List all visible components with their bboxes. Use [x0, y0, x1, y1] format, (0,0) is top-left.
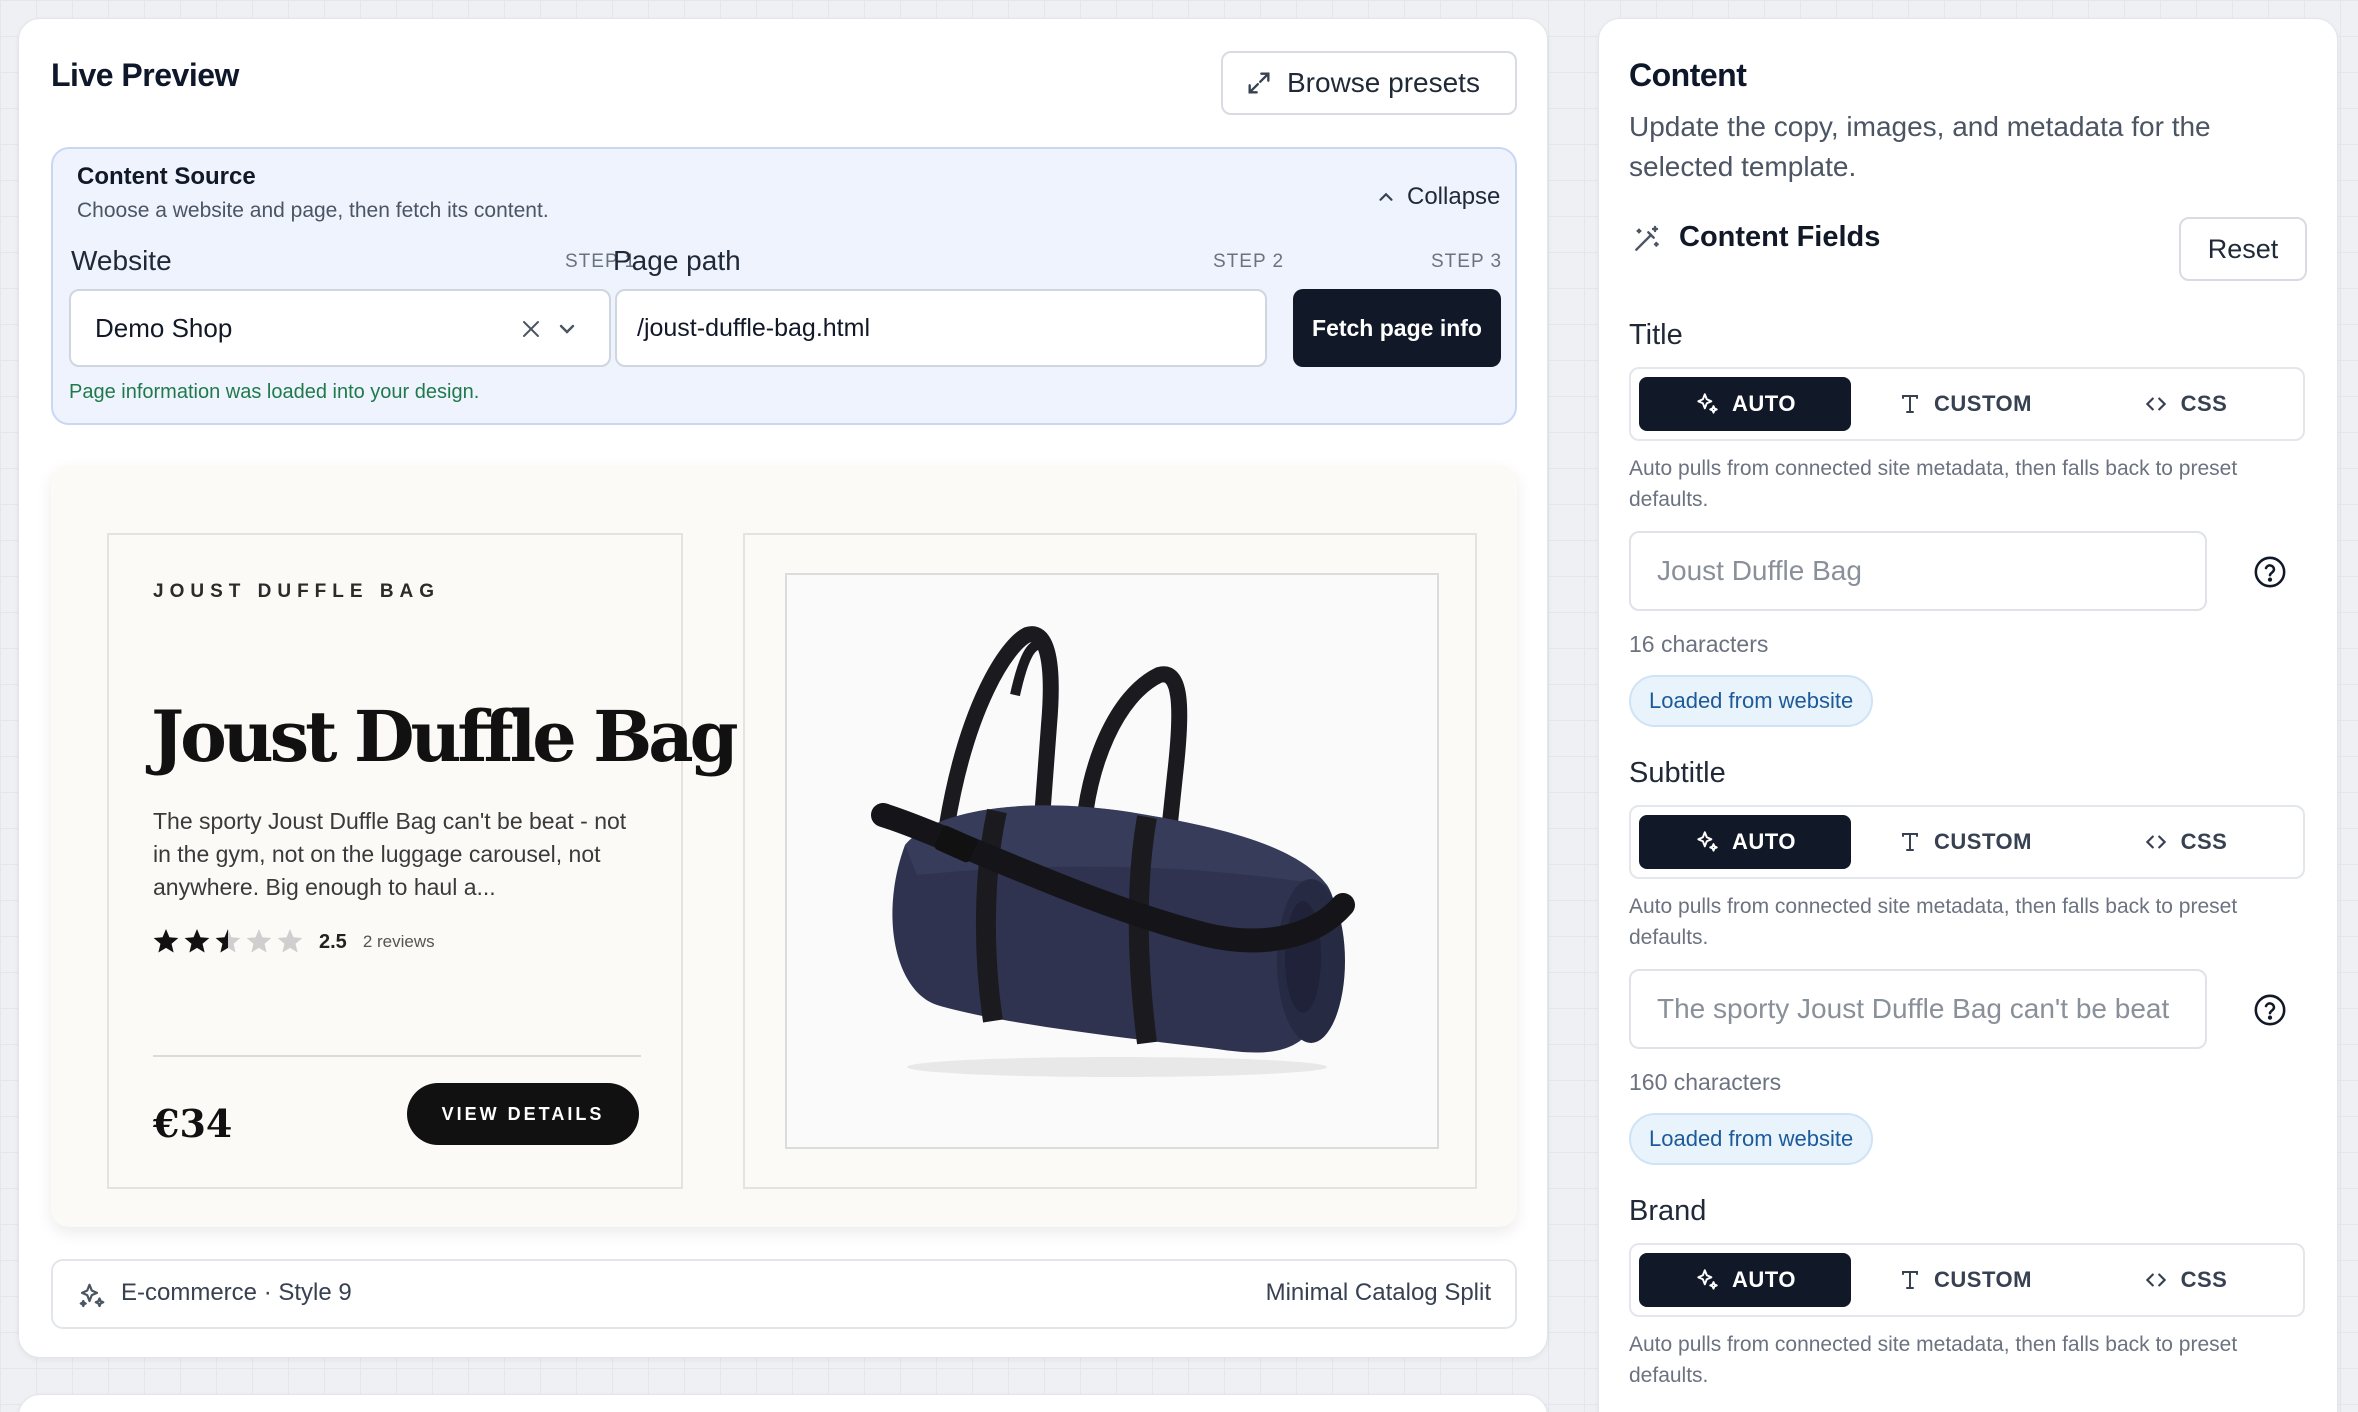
help-circle-icon[interactable] — [2253, 555, 2287, 589]
content-fields-title: Content Fields — [1679, 221, 1881, 253]
code-icon — [2145, 835, 2166, 849]
fetch-page-info-button[interactable]: Fetch page info — [1293, 289, 1501, 367]
template-category: E-commerce · Style 9 — [121, 1279, 352, 1306]
website-label: Website — [71, 245, 172, 276]
rating-star — [246, 929, 272, 953]
title-char-count: 16 characters — [1629, 631, 1769, 657]
star-rating-icon — [153, 929, 303, 953]
chevron-down-icon[interactable] — [555, 317, 579, 341]
rating-star — [153, 929, 179, 953]
product-name: Joust Duffle Bag — [151, 695, 739, 778]
subtitle-source-badge: Loaded from website — [1629, 1113, 1874, 1165]
field-label-title: Title — [1629, 319, 1683, 351]
help-circle-icon[interactable] — [2253, 993, 2287, 1027]
subtitle-mode-custom[interactable]: CUSTOM — [1859, 815, 2071, 869]
page-path-value: /joust-duffle-bag.html — [637, 313, 870, 342]
content-title: Content — [1629, 57, 1747, 93]
brand-mode-toggle: AUTO CUSTOM CSS — [1629, 1243, 2305, 1317]
website-select[interactable]: Demo Shop — [69, 289, 611, 367]
subtitle-mode-toggle: AUTO CUSTOM CSS — [1629, 805, 2305, 879]
fetch-status-message: Page information was loaded into your de… — [69, 381, 480, 403]
template-footer: E-commerce · Style 9 Minimal Catalog Spl… — [51, 1259, 1517, 1329]
code-icon — [2145, 397, 2166, 411]
field-label-subtitle: Subtitle — [1629, 757, 1726, 789]
title-input[interactable]: Joust Duffle Bag — [1629, 531, 2207, 611]
rating-star — [184, 929, 210, 953]
product-price: €34 — [153, 1101, 233, 1146]
auto-label: AUTO — [1732, 829, 1796, 854]
title-mode-auto[interactable]: AUTO — [1639, 377, 1851, 431]
page-path-step: STEP 2 — [1213, 251, 1285, 272]
collapse-button[interactable]: Collapse — [1375, 183, 1500, 211]
text-icon — [1902, 1271, 1919, 1289]
page-path-label: Page path — [613, 245, 741, 276]
chevron-up-icon — [1379, 192, 1393, 201]
review-count: 2 reviews — [362, 932, 435, 951]
page-path-input[interactable]: /joust-duffle-bag.html — [615, 289, 1267, 367]
view-details-button[interactable]: VIEW DETAILS — [407, 1083, 639, 1145]
title-help-text: Auto pulls from connected site metadata,… — [1629, 457, 2238, 511]
browse-presets-button[interactable]: Browse presets — [1221, 51, 1517, 115]
css-label: CSS — [2180, 391, 2228, 416]
custom-label: CUSTOM — [1934, 1267, 2032, 1292]
rating-value: 2.5 — [319, 930, 347, 953]
next-panel-edge — [18, 1394, 1548, 1412]
custom-label: CUSTOM — [1934, 391, 2032, 416]
field-label-brand: Brand — [1629, 1195, 1707, 1227]
auto-label: AUTO — [1732, 1267, 1796, 1292]
subtitle-mode-css[interactable]: CSS — [2079, 815, 2291, 869]
content-source-subtitle: Choose a website and page, then fetch it… — [77, 199, 549, 222]
content-description: Update the copy, images, and metadata fo… — [1629, 111, 2211, 182]
css-label: CSS — [2180, 1267, 2228, 1292]
brand-mode-auto[interactable]: AUTO — [1639, 1253, 1851, 1307]
product-description: The sporty Joust Duffle Bag can't be bea… — [153, 808, 627, 900]
live-preview-panel: Live Preview Browse presets Content Sour… — [18, 18, 1548, 1358]
rating-star — [277, 929, 303, 953]
auto-label: AUTO — [1732, 391, 1796, 416]
rating-star — [215, 929, 241, 953]
subtitle-char-count: 160 characters — [1629, 1069, 1782, 1095]
collapse-label: Collapse — [1407, 183, 1501, 210]
card-divider — [153, 1055, 641, 1057]
product-eyebrow: JOUST DUFFLE BAG — [153, 581, 441, 602]
brand-help-text: Auto pulls from connected site metadata,… — [1629, 1333, 2238, 1387]
content-source-card: Content Source Choose a website and page… — [51, 147, 1517, 425]
product-rating: 2.5 2 reviews — [153, 927, 435, 957]
custom-label: CUSTOM — [1934, 829, 2032, 854]
content-panel: Content Update the copy, images, and met… — [1598, 18, 2338, 1412]
text-icon — [1902, 833, 1919, 851]
title-mode-toggle: AUTO CUSTOM CSS — [1629, 367, 2305, 441]
product-image-card — [743, 533, 1477, 1189]
expand-icon — [1248, 72, 1270, 94]
title-source-badge: Loaded from website — [1629, 675, 1874, 727]
subtitle-help-text: Auto pulls from connected site metadata,… — [1629, 895, 2238, 949]
preview-title: Live Preview — [51, 57, 239, 93]
content-source-title: Content Source — [77, 163, 256, 190]
code-icon — [2145, 1273, 2166, 1287]
sparkles-icon — [1697, 831, 1718, 852]
sparkles-icon — [1697, 1269, 1718, 1290]
website-select-value: Demo Shop — [95, 312, 233, 343]
magic-wand-icon — [1635, 225, 1659, 251]
title-mode-custom[interactable]: CUSTOM — [1859, 377, 2071, 431]
reset-button[interactable]: Reset — [2179, 217, 2307, 281]
preview-stage: JOUST DUFFLE BAG Joust Duffle Bag The sp… — [51, 465, 1517, 1227]
css-label: CSS — [2180, 829, 2228, 854]
fetch-step: STEP 3 — [1431, 251, 1503, 272]
brand-mode-custom[interactable]: CUSTOM — [1859, 1253, 2071, 1307]
clear-icon[interactable] — [519, 317, 543, 341]
brand-mode-css[interactable]: CSS — [2079, 1253, 2291, 1307]
product-card: JOUST DUFFLE BAG Joust Duffle Bag The sp… — [107, 533, 739, 1189]
title-mode-css[interactable]: CSS — [2079, 377, 2291, 431]
browse-presets-label: Browse presets — [1287, 67, 1480, 98]
sparkles-icon — [1697, 393, 1718, 414]
text-icon — [1902, 395, 1919, 413]
duffle-bag-illustration — [871, 626, 1355, 1077]
sparkles-icon — [79, 1283, 105, 1308]
product-image — [785, 573, 1439, 1149]
subtitle-mode-auto[interactable]: AUTO — [1639, 815, 1851, 869]
template-name: Minimal Catalog Split — [1265, 1279, 1491, 1306]
subtitle-input[interactable]: The sporty Joust Duffle Bag can't be bea… — [1629, 969, 2207, 1049]
